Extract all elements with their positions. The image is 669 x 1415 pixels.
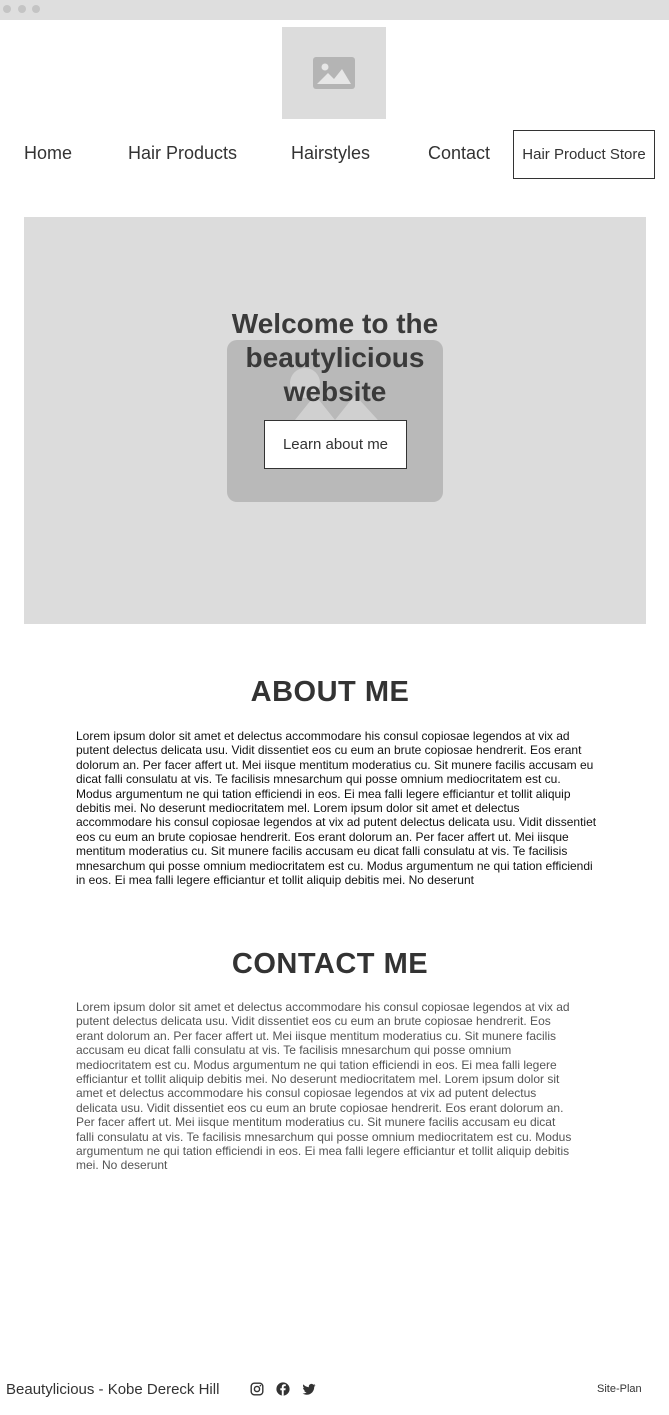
window-maximize-dot[interactable]: [32, 5, 40, 13]
contact-heading: CONTACT ME: [231, 948, 429, 980]
learn-about-me-button[interactable]: Learn about me: [264, 420, 407, 469]
footer-site-name: Beautylicious - Kobe Dereck Hill: [6, 1381, 220, 1398]
about-heading: ABOUT ME: [250, 676, 410, 708]
nav-contact-link[interactable]: Contact: [428, 143, 490, 164]
twitter-icon[interactable]: [302, 1382, 316, 1396]
facebook-icon[interactable]: [276, 1382, 290, 1396]
site-logo[interactable]: [282, 27, 386, 119]
nav-hair-products-link[interactable]: Hair Products: [128, 143, 237, 164]
instagram-icon[interactable]: [250, 1382, 264, 1396]
window-close-dot[interactable]: [3, 5, 11, 13]
nav-hairstyles-link[interactable]: Hairstyles: [291, 143, 370, 164]
window-minimize-dot[interactable]: [18, 5, 26, 13]
image-placeholder-icon: [313, 57, 355, 89]
site-plan-link[interactable]: Site-Plan: [597, 1383, 642, 1395]
about-paragraph: Lorem ipsum dolor sit amet et delectus a…: [76, 729, 597, 888]
contact-paragraph: Lorem ipsum dolor sit amet et delectus a…: [76, 1000, 572, 1173]
window-title-bar: [0, 0, 669, 20]
hero-title: Welcome to the beautylicious website: [231, 308, 439, 407]
nav-home-link[interactable]: Home: [24, 143, 72, 164]
hero-banner: Welcome to the beautylicious website Lea…: [24, 217, 646, 624]
hair-product-store-button[interactable]: Hair Product Store: [513, 130, 655, 179]
